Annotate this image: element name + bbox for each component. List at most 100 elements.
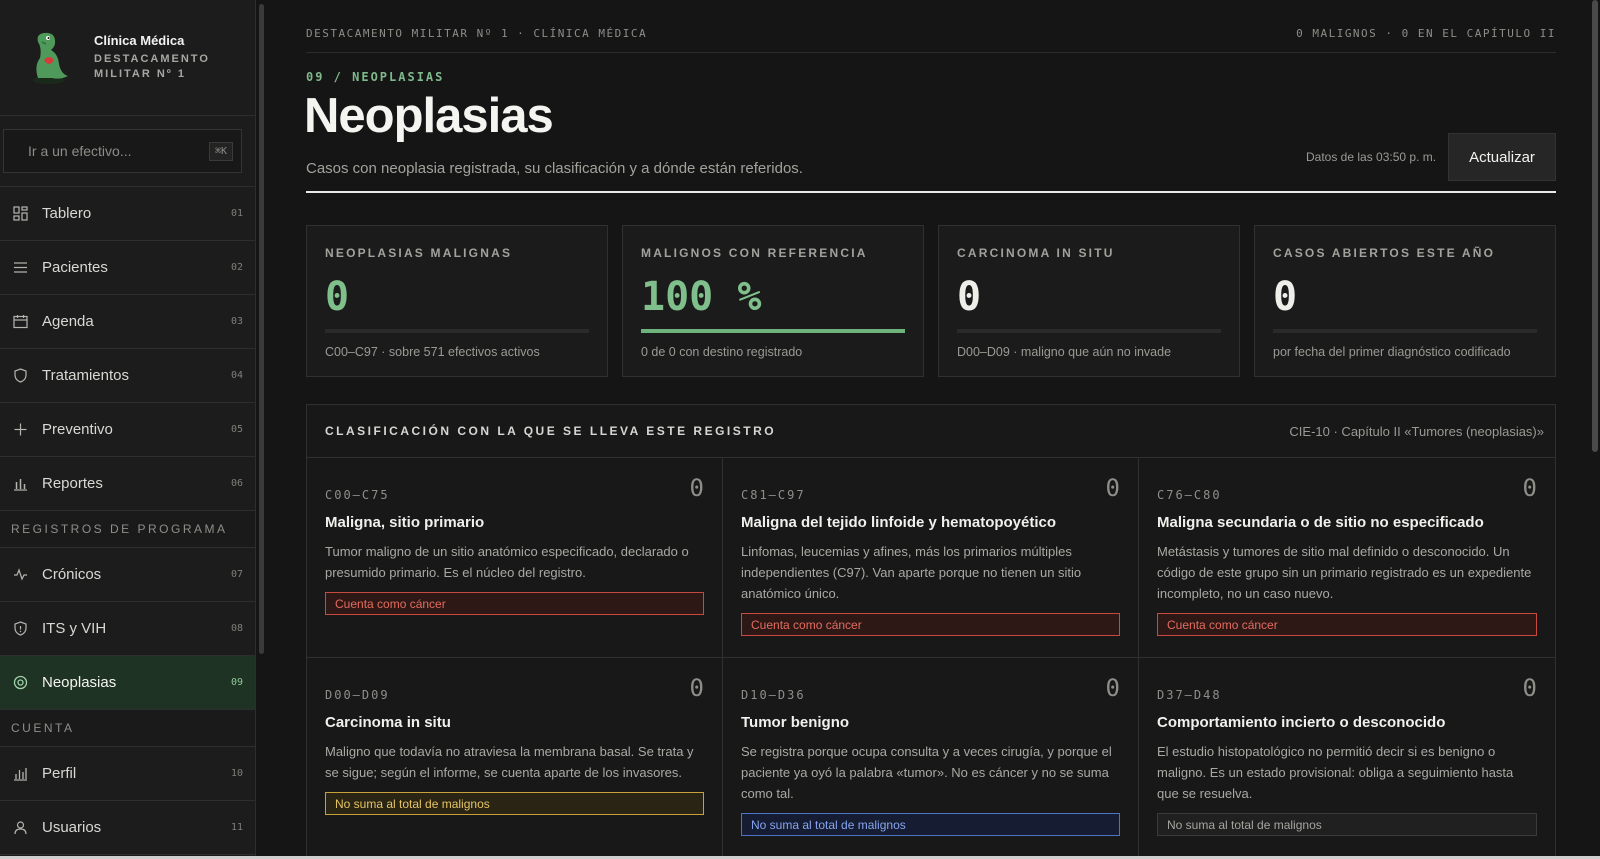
- nav-item-its-vih[interactable]: ITS y VIH 08: [0, 602, 255, 656]
- section-label-program: REGISTROS DE PROGRAMA: [0, 511, 255, 548]
- card-description: Metástasis y tumores de sitio mal defini…: [1157, 544, 1532, 601]
- nav-label: Tratamientos: [42, 367, 129, 384]
- card-tag: Cuenta como cáncer: [325, 592, 704, 615]
- classification-grid: 0 C00–C75 Maligna, sitio primario Tumor …: [307, 458, 1555, 859]
- refresh-button[interactable]: Actualizar: [1448, 133, 1556, 181]
- nav-label: Tablero: [42, 205, 92, 222]
- card-tag: No suma al total de malignos: [741, 813, 1120, 836]
- stat-progress-bar: [957, 329, 1221, 333]
- sidebar-scrollbar[interactable]: [259, 4, 264, 654]
- panel-title: CLASIFICACIÓN CON LA QUE SE LLEVA ESTE R…: [325, 424, 777, 438]
- nav-item-perfil[interactable]: Perfil 10: [0, 747, 255, 801]
- nav-item-agenda[interactable]: Agenda 03: [0, 295, 255, 349]
- panel-reference: CIE-10 · Capítulo II «Tumores (neoplasia…: [1289, 423, 1544, 439]
- card-count: 0: [1522, 674, 1537, 702]
- card-title: Maligna secundaria o de sitio no especif…: [1157, 514, 1484, 531]
- stat-progress-bar: [325, 329, 589, 333]
- topbar-location: DESTACAMENTO MILITAR Nº 1 · CLÍNICA MÉDI…: [306, 27, 648, 40]
- shield-alert-icon: [12, 621, 28, 637]
- nav-number: 04: [230, 370, 243, 381]
- classification-card: 0 D00–D09 Carcinoma in situ Maligno que …: [307, 658, 723, 859]
- classification-card: 0 D37–D48 Comportamiento incierto o desc…: [1139, 658, 1555, 859]
- page-subtitle: Casos con neoplasia registrada, su clasi…: [306, 160, 803, 177]
- panel-header: CLASIFICACIÓN CON LA QUE SE LLEVA ESTE R…: [307, 405, 1555, 458]
- stat-note: D00–D09 · maligno que aún no invade: [957, 345, 1172, 359]
- stat-progress-bar: [1273, 329, 1537, 333]
- nav-item-pacientes[interactable]: Pacientes 02: [0, 241, 255, 295]
- nav-item-tablero[interactable]: Tablero 01: [0, 187, 255, 241]
- classification-card: 0 C81–C97 Maligna del tejido linfoide y …: [723, 458, 1139, 658]
- nav-label: ITS y VIH: [42, 620, 107, 637]
- brand-subtitle: DESTACAMENTO MILITAR Nº 1: [94, 53, 210, 80]
- classification-card: 0 C76–C80 Maligna secundaria o de sitio …: [1139, 458, 1555, 658]
- nav-label: Neoplasias: [42, 674, 117, 691]
- card-title: Carcinoma in situ: [325, 714, 451, 731]
- nav-number: 07: [230, 569, 243, 580]
- page-title: Neoplasias: [304, 89, 554, 143]
- pulse-icon: [12, 567, 28, 583]
- classification-card: 0 D10–D36 Tumor benigno Se registra porq…: [723, 658, 1139, 859]
- card-title: Maligna del tejido linfoide y hematopoyé…: [741, 514, 1057, 531]
- nav-label: Reportes: [42, 475, 103, 492]
- card-description: Linfomas, leucemias y afines, más los pr…: [741, 544, 1082, 601]
- nav-number: 11: [230, 822, 243, 833]
- card-title: Tumor benigno: [741, 714, 850, 731]
- card-tag: Cuenta como cáncer: [1157, 613, 1537, 636]
- stat-value: 100 %: [641, 274, 762, 320]
- stat-label: CARCINOMA IN SITU: [957, 246, 1115, 260]
- stat-card-abiertos: CASOS ABIERTOS ESTE AÑO 0 por fecha del …: [1254, 225, 1556, 377]
- card-count: 0: [1522, 474, 1537, 502]
- page-scrollbar[interactable]: [1592, 0, 1598, 452]
- nav-number: 02: [230, 262, 243, 273]
- nav-item-preventivo[interactable]: Preventivo 05: [0, 403, 255, 457]
- card-count: 0: [1105, 474, 1120, 502]
- card-title: Maligna, sitio primario: [325, 514, 485, 531]
- nav-label: Usuarios: [42, 819, 102, 836]
- breadcrumb: 09 / NEOPLASIAS: [306, 70, 445, 84]
- nav-item-usuarios[interactable]: Usuarios 11: [0, 801, 255, 855]
- nav-number: 08: [230, 623, 243, 634]
- nav-number: 05: [230, 424, 243, 435]
- card-description: Maligno que todavía no atraviesa la memb…: [325, 744, 694, 780]
- nav-item-cronicos[interactable]: Crónicos 07: [0, 548, 255, 602]
- updated-timestamp: Datos de las 03:50 p. m.: [1306, 150, 1437, 164]
- stat-value: 0: [325, 274, 350, 320]
- nav-label: Crónicos: [42, 566, 102, 583]
- shortcut-badge: ⌘K: [209, 141, 234, 161]
- nav-item-tratamientos[interactable]: Tratamientos 04: [0, 349, 255, 403]
- dashboard-icon: [12, 206, 28, 222]
- nav-number: 09: [230, 677, 243, 688]
- nav-item-neoplasias[interactable]: Neoplasias 09: [0, 656, 255, 710]
- dinosaur-logo-icon: [33, 32, 68, 84]
- list-icon: [12, 260, 28, 276]
- search-box[interactable]: ⌘K: [3, 129, 242, 173]
- target-icon: [12, 675, 28, 691]
- card-count: 0: [689, 674, 704, 702]
- stat-card-referencia: MALIGNOS CON REFERENCIA 100 % 0 de 0 con…: [622, 225, 924, 377]
- brand: Clínica Médica DESTACAMENTO MILITAR Nº 1: [0, 0, 255, 116]
- card-tag: No suma al total de malignos: [325, 792, 704, 815]
- card-tag: No suma al total de malignos: [1157, 813, 1537, 836]
- shield-icon: [12, 368, 28, 384]
- nav-number: 01: [230, 208, 243, 219]
- nav-item-reportes[interactable]: Reportes 06: [0, 457, 255, 511]
- stat-progress-fill: [641, 329, 905, 333]
- card-description: Se registra porque ocupa consulta y a ve…: [741, 744, 1112, 801]
- section-label-account: CUENTA: [0, 710, 255, 747]
- bar-chart-icon: [12, 476, 28, 492]
- brand-title: Clínica Médica: [94, 33, 185, 48]
- classification-card: 0 C00–C75 Maligna, sitio primario Tumor …: [307, 458, 723, 658]
- top-bar: DESTACAMENTO MILITAR Nº 1 · CLÍNICA MÉDI…: [306, 27, 1556, 53]
- card-code: C76–C80: [1157, 488, 1222, 502]
- search-input[interactable]: [28, 143, 209, 159]
- nav-number: 06: [230, 478, 243, 489]
- stat-note: C00–C97 · sobre 571 efectivos activos: [325, 345, 540, 359]
- user-icon: [12, 820, 28, 836]
- bar-chart-icon: [12, 766, 28, 782]
- card-title: Comportamiento incierto o desconocido: [1157, 714, 1446, 731]
- card-code: C81–C97: [741, 488, 806, 502]
- topbar-summary: 0 MALIGNOS · 0 EN EL CAPÍTULO II: [1296, 27, 1556, 40]
- stat-value: 0: [957, 274, 982, 320]
- stat-note: 0 de 0 con destino registrado: [641, 345, 803, 359]
- card-code: C00–C75: [325, 488, 390, 502]
